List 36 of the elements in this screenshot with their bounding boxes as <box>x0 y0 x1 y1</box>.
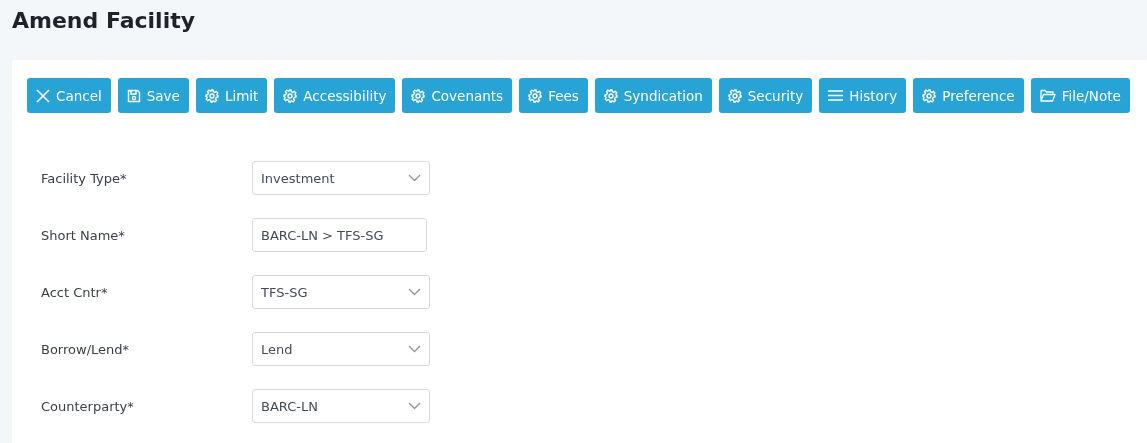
toolbar-button[interactable]: Save <box>117 78 189 113</box>
dropdown-field[interactable]: BARC-LN <box>252 389 430 423</box>
dropdown-field[interactable]: Investment <box>252 161 430 195</box>
field-label: Borrow/Lend* <box>41 341 131 357</box>
chevron-down-icon <box>408 288 421 296</box>
toolbar-button[interactable]: Covenants <box>402 78 513 113</box>
field-label: Counterparty* <box>41 398 135 414</box>
field-label: Short Name* <box>41 227 126 243</box>
gear-icon <box>922 88 937 103</box>
toolbar-button[interactable]: Preference <box>913 78 1024 113</box>
toolbar-button[interactable]: File/Note <box>1030 78 1130 113</box>
gear-icon <box>283 88 298 103</box>
toolbar-button[interactable]: Security <box>718 78 813 113</box>
gear-icon <box>204 88 219 103</box>
chevron-down-icon <box>408 345 421 353</box>
toolbar-button[interactable]: Accessibility <box>274 78 396 113</box>
gear-icon <box>727 88 742 103</box>
field-label: Acct Cntr* <box>41 284 109 300</box>
gear-icon <box>528 88 543 103</box>
chevron-down-icon <box>408 402 421 410</box>
toolbar-button[interactable]: Syndication <box>594 78 712 113</box>
toolbar-button[interactable]: Limit <box>195 78 268 113</box>
folder-icon <box>1039 89 1056 102</box>
input-field[interactable]: BARC-LN > TFS-SG <box>252 218 427 252</box>
toolbar-button[interactable]: Cancel <box>27 78 111 113</box>
gear-icon <box>411 88 426 103</box>
gear-icon <box>603 88 618 103</box>
dropdown-field[interactable]: Lend <box>252 332 430 366</box>
toolbar-button[interactable]: History <box>819 78 907 113</box>
close-icon <box>36 88 50 103</box>
dropdown-field[interactable]: TFS-SG <box>252 275 430 309</box>
toolbar-button[interactable]: Fees <box>519 78 588 113</box>
page-title: Amend Facility <box>11 7 197 35</box>
menu-icon <box>828 89 844 102</box>
chevron-down-icon <box>408 174 421 182</box>
field-label: Facility Type* <box>41 170 128 186</box>
